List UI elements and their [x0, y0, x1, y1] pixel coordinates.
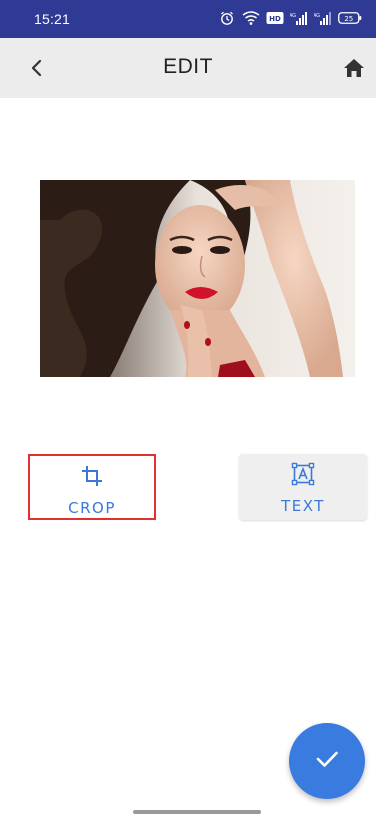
svg-text:HD: HD — [269, 15, 281, 23]
crop-label: CROP — [68, 499, 116, 517]
page-title: EDIT — [163, 55, 213, 78]
check-icon — [312, 744, 342, 779]
text-label: TEXT — [281, 497, 325, 515]
svg-text:4G: 4G — [290, 13, 296, 19]
wifi-icon — [242, 9, 260, 27]
home-icon[interactable] — [342, 56, 366, 80]
signal-icon: 4G — [314, 9, 332, 27]
battery-icon: 25 — [338, 9, 362, 27]
app-bar: EDIT — [0, 38, 376, 98]
alarm-icon — [218, 9, 236, 27]
status-bar: 15:21 HD 4G 4G 25 — [0, 0, 376, 38]
crop-button[interactable]: CROP — [28, 454, 156, 520]
confirm-fab-button[interactable] — [289, 723, 365, 799]
crop-icon — [30, 464, 154, 488]
text-button[interactable]: TEXT — [239, 454, 367, 520]
portrait-photo — [40, 180, 355, 377]
gesture-nav-bar[interactable] — [133, 810, 261, 814]
signal-icon: 4G — [290, 9, 308, 27]
text-box-icon — [239, 462, 367, 486]
hd-icon: HD — [266, 9, 284, 27]
status-time: 15:21 — [34, 11, 71, 27]
status-icons: HD 4G 4G 25 — [218, 9, 362, 27]
svg-text:4G: 4G — [314, 13, 320, 19]
battery-level: 25 — [344, 15, 353, 23]
